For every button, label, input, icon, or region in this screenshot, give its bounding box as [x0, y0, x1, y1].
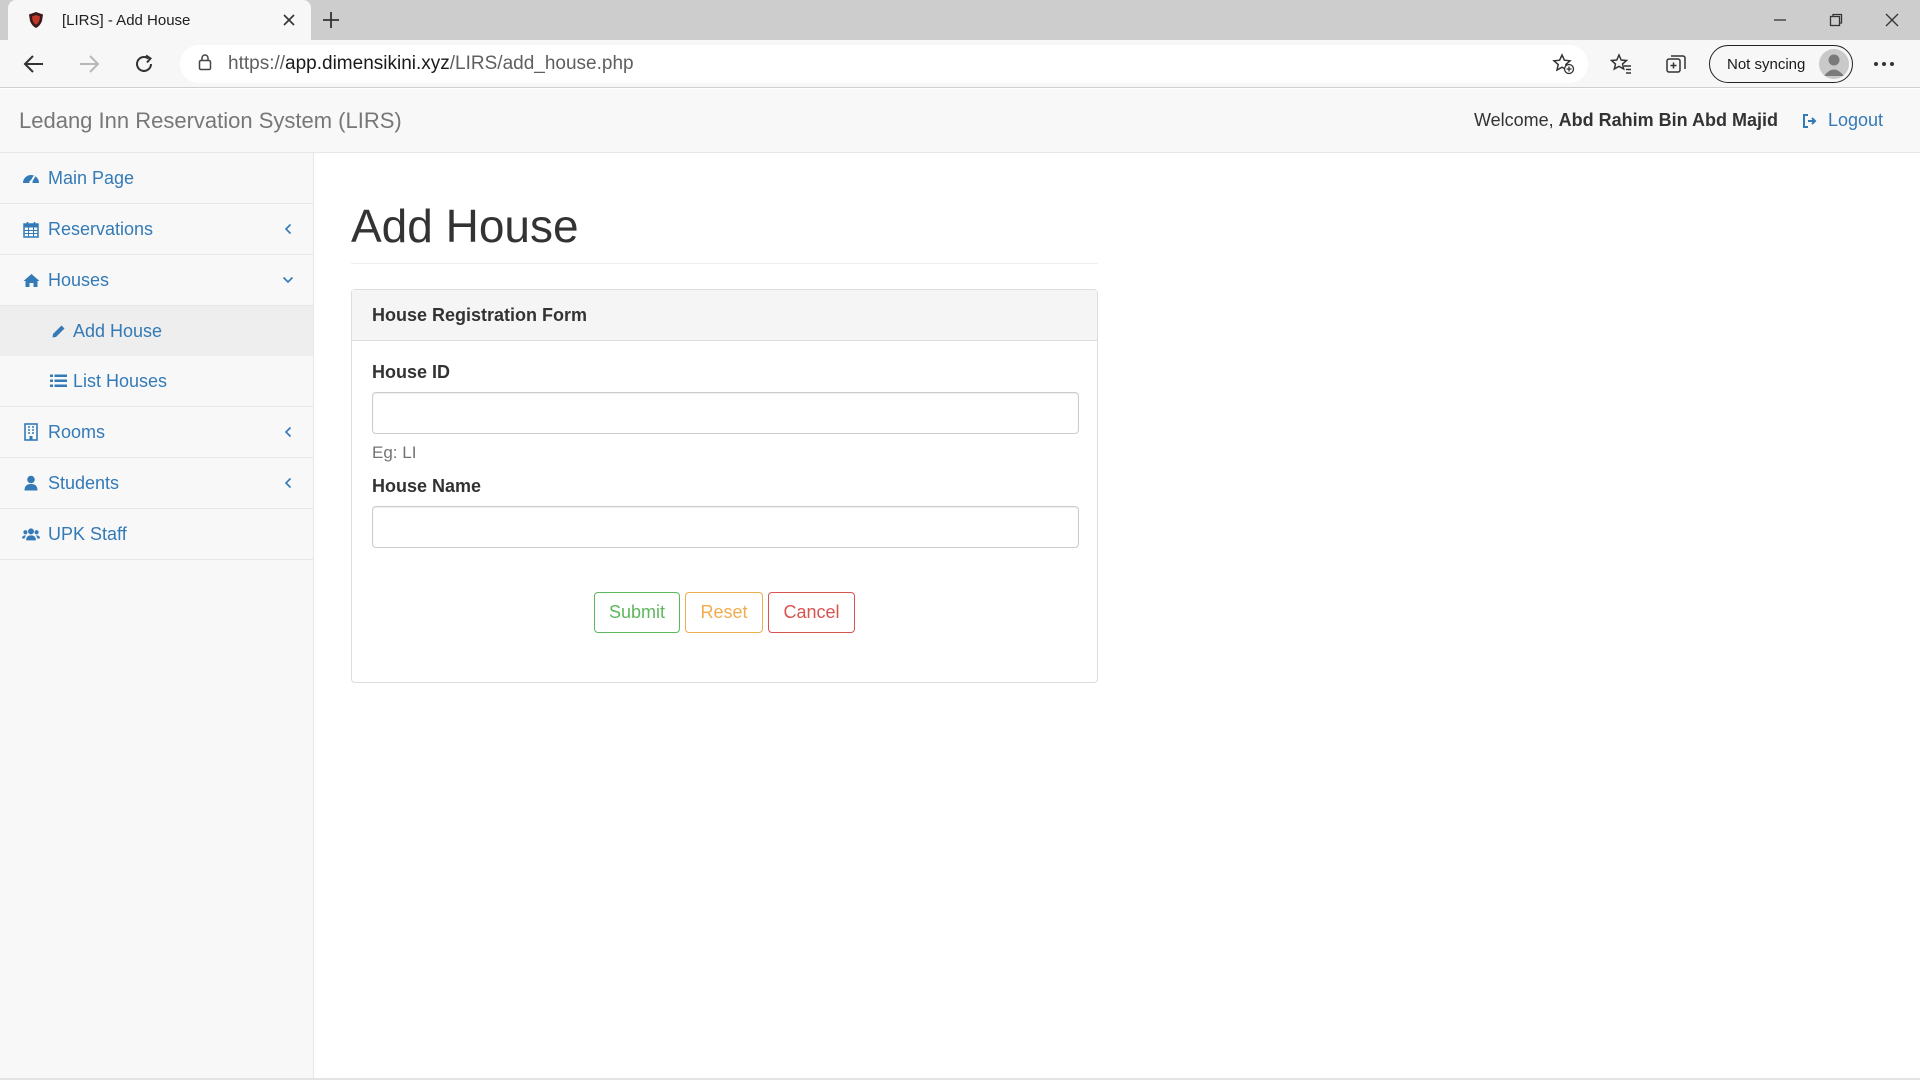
restore-icon[interactable]	[1808, 0, 1864, 40]
house-id-help: Eg: LI	[372, 443, 417, 462]
back-arrow-icon[interactable]	[16, 48, 52, 80]
submit-button[interactable]: Submit	[594, 592, 680, 633]
sidebar-item-main-page[interactable]: Main Page	[0, 153, 313, 204]
user-name: Abd Rahim Bin Abd Majid	[1558, 110, 1778, 130]
home-icon	[22, 271, 40, 289]
new-tab-icon[interactable]	[316, 6, 346, 34]
sidebar-item-label: Main Page	[48, 167, 135, 188]
address-bar[interactable]: https://app.dimensikini.xyz/LIRS/add_hou…	[180, 45, 1588, 83]
sidebar-subitem-label: Add House	[73, 320, 163, 341]
sidebar-item-label: Rooms	[48, 421, 106, 442]
chevron-left-icon	[281, 476, 295, 490]
house-name-label: House Name	[372, 476, 482, 496]
house-registration-panel: House Registration Form House ID Eg: LI …	[351, 289, 1098, 683]
browser-tab[interactable]: [LIRS] - Add House	[8, 0, 311, 40]
reset-button[interactable]: Reset	[685, 592, 763, 633]
close-window-icon[interactable]	[1864, 0, 1920, 40]
refresh-icon[interactable]	[126, 48, 162, 80]
tab-close-icon[interactable]	[277, 8, 301, 32]
sidebar-item-label: Reservations	[48, 218, 154, 239]
lock-icon[interactable]	[198, 53, 212, 76]
sidebar: Main Page Reservations Houses Add House	[0, 153, 314, 1080]
minimize-icon[interactable]	[1752, 0, 1808, 40]
logout-label: Logout	[1827, 110, 1883, 130]
sidebar-item-reservations[interactable]: Reservations	[0, 204, 313, 255]
page-title: Add House	[351, 199, 1098, 264]
building-icon	[22, 423, 40, 441]
chevron-left-icon	[281, 222, 295, 236]
house-name-input[interactable]	[372, 506, 1079, 548]
sign-out-icon	[1802, 113, 1817, 128]
cancel-button[interactable]: Cancel	[768, 592, 855, 633]
profile-sync-button[interactable]: Not syncing	[1709, 45, 1853, 83]
url-text: https://app.dimensikini.xyz/LIRS/add_hou…	[228, 53, 634, 74]
sidebar-item-students[interactable]: Students	[0, 458, 313, 509]
forward-arrow-icon[interactable]	[71, 48, 107, 80]
list-icon	[49, 372, 67, 390]
panel-title: House Registration Form	[352, 290, 1097, 341]
dashboard-icon	[22, 169, 40, 187]
sidebar-item-rooms[interactable]: Rooms	[0, 407, 313, 458]
house-id-label: House ID	[372, 362, 451, 382]
chevron-left-icon	[281, 425, 295, 439]
users-icon	[22, 525, 40, 543]
app-brand[interactable]: Ledang Inn Reservation System (LIRS)	[19, 108, 402, 134]
sidebar-subitem-add-house[interactable]: Add House	[0, 306, 313, 356]
sidebar-item-label: Houses	[48, 269, 110, 290]
welcome-message: Welcome, Abd Rahim Bin Abd Majid	[1473, 110, 1778, 130]
form-actions: Submit Reset Cancel	[372, 592, 1077, 633]
sidebar-subitem-list-houses[interactable]: List Houses	[0, 356, 313, 406]
calendar-icon	[22, 220, 40, 238]
add-favorite-icon[interactable]	[1550, 52, 1576, 76]
favorites-icon[interactable]	[1603, 48, 1639, 80]
pencil-icon	[49, 322, 67, 340]
logout-link[interactable]: Logout	[1802, 110, 1883, 131]
profile-avatar-icon	[1819, 49, 1849, 79]
user-icon	[22, 474, 40, 492]
shield-favicon-icon	[26, 10, 46, 30]
sync-status-label: Not syncing	[1727, 55, 1806, 73]
browser-toolbar: https://app.dimensikini.xyz/LIRS/add_hou…	[0, 40, 1920, 88]
house-id-input[interactable]	[372, 392, 1079, 434]
app-navbar: Ledang Inn Reservation System (LIRS) Wel…	[0, 89, 1920, 153]
sidebar-item-label: UPK Staff	[48, 523, 127, 544]
sidebar-item-upk-staff[interactable]: UPK Staff	[0, 509, 313, 560]
sidebar-subitem-label: List Houses	[73, 370, 168, 391]
collections-icon[interactable]	[1658, 48, 1694, 80]
houses-submenu: Add House List Houses	[0, 306, 313, 407]
more-menu-icon[interactable]	[1866, 48, 1902, 80]
chevron-down-icon	[281, 273, 295, 287]
browser-tab-strip: [LIRS] - Add House	[0, 0, 1920, 40]
sidebar-item-label: Students	[48, 472, 120, 493]
sidebar-item-houses[interactable]: Houses	[0, 255, 313, 306]
house-registration-form: House ID Eg: LI House Name Submit Reset …	[352, 341, 1097, 654]
tab-title: [LIRS] - Add House	[62, 11, 191, 29]
main-content: Add House House Registration Form House …	[351, 153, 1098, 683]
